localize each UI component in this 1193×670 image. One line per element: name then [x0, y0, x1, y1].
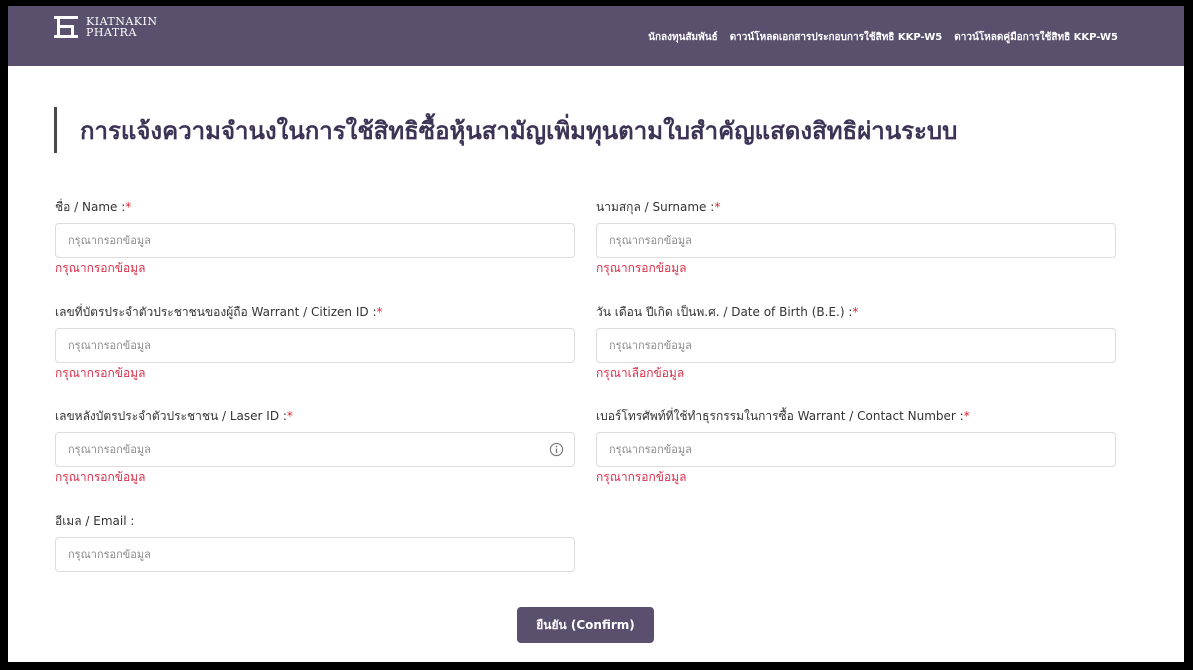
email-label: อีเมล / Email : — [55, 514, 135, 528]
name-label: ชื่อ / Name :* — [55, 200, 132, 214]
citizen-id-label: เลขที่บัตรประจำตัวประชาชนของผู้ถือ Warra… — [55, 305, 383, 319]
top-nav: นักลงทุนสัมพันธ์ ดาวน์โหลดเอกสารประกอบกา… — [648, 30, 1118, 45]
confirm-button[interactable]: ยืนยัน (Confirm) — [517, 607, 654, 643]
page-frame: KIATNAKIN PHATRA นักลงทุนสัมพันธ์ ดาวน์โ… — [8, 6, 1184, 662]
nav-download-documents[interactable]: ดาวน์โหลดเอกสารประกอบการใช้สิทธิ KKP-W5 — [730, 30, 943, 45]
citizen-id-error: กรุณากรอกข้อมูล — [55, 366, 146, 380]
page-title: การแจ้งความจำนงในการใช้สิทธิซื้อหุ้นสามั… — [80, 117, 958, 145]
required-mark: * — [376, 305, 383, 319]
name-input-box — [55, 223, 575, 258]
citizen-id-input[interactable] — [56, 329, 528, 362]
contact-input[interactable] — [597, 433, 1069, 466]
surname-input-box — [596, 223, 1116, 258]
brand-logo[interactable]: KIATNAKIN PHATRA — [54, 16, 158, 38]
required-mark: * — [714, 200, 721, 214]
name-error: กรุณากรอกข้อมูล — [55, 261, 146, 275]
laser-id-input-box — [55, 432, 575, 467]
surname-field: นามสกุล / Surname :* กรุณากรอกข้อมูล — [596, 199, 1116, 276]
dob-input[interactable] — [597, 329, 1069, 362]
brand-line-2: PHATRA — [86, 26, 137, 39]
contact-field: เบอร์โทรศัพท์ที่ใช้ทำธุรกรรมในการซื้อ Wa… — [596, 408, 1116, 485]
name-input[interactable] — [56, 224, 528, 257]
citizen-id-input-box — [55, 328, 575, 363]
dob-input-box — [596, 328, 1116, 363]
contact-error: กรุณากรอกข้อมูล — [596, 470, 687, 484]
email-field: อีเมล / Email : — [55, 513, 575, 572]
kiatnakin-logo-icon — [54, 16, 78, 38]
contact-input-box — [596, 432, 1116, 467]
citizen-id-field: เลขที่บัตรประจำตัวประชาชนของผู้ถือ Warra… — [55, 304, 575, 381]
laser-id-error: กรุณากรอกข้อมูล — [55, 470, 146, 484]
title-block: การแจ้งความจำนงในการใช้สิทธิซื้อหุ้นสามั… — [54, 107, 957, 153]
required-mark: * — [125, 200, 132, 214]
surname-label: นามสกุล / Surname :* — [596, 200, 721, 214]
email-input[interactable] — [56, 538, 528, 571]
info-icon[interactable] — [549, 442, 564, 457]
required-mark: * — [286, 409, 293, 423]
laser-id-label: เลขหลังบัตรประจำตัวประชาชน / Laser ID :* — [55, 409, 293, 423]
name-field: ชื่อ / Name :* กรุณากรอกข้อมูล — [55, 199, 575, 276]
laser-id-input[interactable] — [56, 433, 528, 466]
dob-label: วัน เดือน ปีเกิด เป็นพ.ศ. / Date of Birt… — [596, 305, 859, 319]
surname-input[interactable] — [597, 224, 1069, 257]
nav-download-manual[interactable]: ดาวน์โหลดคู่มือการใช้สิทธิ KKP-W5 — [954, 30, 1118, 45]
email-input-box — [55, 537, 575, 572]
surname-error: กรุณากรอกข้อมูล — [596, 261, 687, 275]
contact-label: เบอร์โทรศัพท์ที่ใช้ทำธุรกรรมในการซื้อ Wa… — [596, 409, 970, 423]
required-mark: * — [963, 409, 970, 423]
laser-id-field: เลขหลังบัตรประจำตัวประชาชน / Laser ID :*… — [55, 408, 575, 485]
required-mark: * — [852, 305, 859, 319]
nav-investor-relations[interactable]: นักลงทุนสัมพันธ์ — [648, 30, 718, 45]
brand-name: KIATNAKIN PHATRA — [86, 16, 158, 38]
dob-field: วัน เดือน ปีเกิด เป็นพ.ศ. / Date of Birt… — [596, 304, 1116, 381]
top-header: KIATNAKIN PHATRA นักลงทุนสัมพันธ์ ดาวน์โ… — [8, 6, 1184, 66]
dob-error: กรุณาเลือกข้อมูล — [596, 366, 685, 380]
